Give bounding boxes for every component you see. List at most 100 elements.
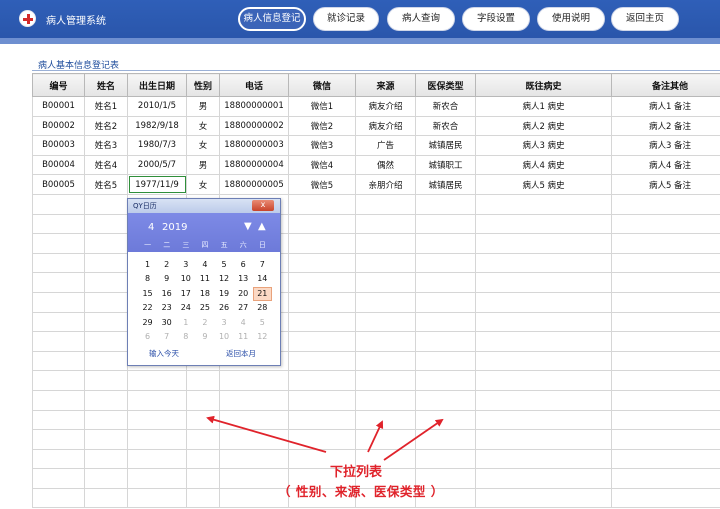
- table-cell[interactable]: [611, 311, 720, 333]
- table-cell[interactable]: 姓名5: [84, 174, 128, 195]
- table-cell[interactable]: [84, 487, 128, 509]
- table-cell[interactable]: 微信2: [288, 115, 356, 137]
- table-cell[interactable]: [415, 252, 476, 274]
- calendar-day[interactable]: 10: [176, 272, 195, 286]
- table-cell[interactable]: 男: [186, 154, 220, 176]
- calendar-day[interactable]: 26: [215, 301, 234, 315]
- table-cell[interactable]: 城镇居民: [415, 174, 476, 195]
- table-cell[interactable]: [84, 252, 128, 274]
- table-cell[interactable]: 女: [186, 135, 220, 156]
- table-cell[interactable]: [84, 311, 128, 333]
- column-header[interactable]: 编号: [32, 73, 85, 97]
- table-cell[interactable]: B00001: [32, 96, 85, 117]
- calendar-day[interactable]: 2: [157, 258, 176, 272]
- prev-month-icon[interactable]: ▼: [244, 221, 252, 232]
- table-cell[interactable]: [288, 409, 356, 431]
- table-cell[interactable]: [611, 350, 720, 372]
- table-cell[interactable]: [32, 409, 85, 431]
- table-cell[interactable]: [288, 429, 356, 450]
- table-cell[interactable]: [355, 252, 416, 274]
- table-cell[interactable]: [611, 193, 720, 215]
- table-cell[interactable]: 偶然: [355, 154, 416, 176]
- table-cell[interactable]: [84, 409, 128, 431]
- table-cell[interactable]: B00004: [32, 154, 85, 176]
- table-cell[interactable]: 病人2 备注: [611, 115, 720, 137]
- table-cell[interactable]: [611, 252, 720, 274]
- calendar-day[interactable]: 12: [215, 272, 234, 286]
- table-cell[interactable]: [415, 370, 476, 391]
- table-cell[interactable]: [611, 291, 720, 313]
- table-cell[interactable]: [288, 233, 356, 254]
- table-cell[interactable]: [32, 389, 85, 411]
- nav-visit-records-button[interactable]: 就诊记录: [313, 7, 379, 31]
- table-cell[interactable]: [127, 409, 187, 431]
- table-cell[interactable]: 18800000004: [219, 154, 289, 176]
- table-cell[interactable]: [127, 448, 187, 470]
- nav-instructions-button[interactable]: 使用说明: [537, 7, 605, 31]
- calendar-day[interactable]: 27: [234, 301, 253, 315]
- table-cell[interactable]: [186, 429, 220, 450]
- table-cell[interactable]: [415, 233, 476, 254]
- table-cell[interactable]: [32, 213, 85, 235]
- calendar-day[interactable]: 7: [157, 330, 176, 344]
- next-month-icon[interactable]: ▲: [258, 221, 266, 232]
- table-cell[interactable]: [186, 487, 220, 509]
- table-cell[interactable]: [219, 370, 289, 391]
- calendar-day[interactable]: 4: [234, 316, 253, 330]
- table-cell[interactable]: [219, 448, 289, 470]
- table-cell[interactable]: [355, 213, 416, 235]
- table-cell[interactable]: [32, 448, 85, 470]
- table-cell[interactable]: [32, 252, 85, 274]
- table-cell[interactable]: [186, 468, 220, 489]
- table-cell[interactable]: [355, 409, 416, 431]
- table-cell[interactable]: [475, 389, 612, 411]
- calendar-day[interactable]: 12: [253, 330, 272, 344]
- table-cell[interactable]: [32, 331, 85, 352]
- table-cell[interactable]: [355, 233, 416, 254]
- column-header[interactable]: 既往病史: [475, 73, 612, 97]
- calendar-day[interactable]: 9: [195, 330, 214, 344]
- table-cell[interactable]: [288, 291, 356, 313]
- table-cell[interactable]: 18800000005: [219, 174, 289, 195]
- calendar-day[interactable]: 21: [252, 286, 272, 302]
- table-cell[interactable]: 病友介绍: [355, 96, 416, 117]
- table-cell[interactable]: [32, 233, 85, 254]
- calendar-day[interactable]: 8: [176, 330, 195, 344]
- table-cell[interactable]: 1980/7/3: [127, 135, 187, 156]
- table-cell[interactable]: [127, 487, 187, 509]
- table-cell[interactable]: [32, 468, 85, 489]
- table-cell[interactable]: 病友介绍: [355, 115, 416, 137]
- table-cell[interactable]: [355, 311, 416, 333]
- table-cell[interactable]: [127, 389, 187, 411]
- table-cell[interactable]: [475, 272, 612, 293]
- table-cell[interactable]: [219, 389, 289, 411]
- table-cell[interactable]: [355, 389, 416, 411]
- table-cell[interactable]: [475, 193, 612, 215]
- table-cell[interactable]: [219, 409, 289, 431]
- table-cell[interactable]: 病人3 病史: [475, 135, 612, 156]
- nav-field-settings-button[interactable]: 字段设置: [462, 7, 530, 31]
- table-cell[interactable]: [611, 331, 720, 352]
- table-cell[interactable]: [127, 370, 187, 391]
- table-cell[interactable]: [355, 331, 416, 352]
- table-cell[interactable]: [32, 193, 85, 215]
- table-cell[interactable]: 病人3 备注: [611, 135, 720, 156]
- table-cell[interactable]: 新农合: [415, 96, 476, 117]
- table-cell[interactable]: [611, 468, 720, 489]
- table-cell[interactable]: 病人1 病史: [475, 96, 612, 117]
- table-cell[interactable]: [611, 213, 720, 235]
- table-cell[interactable]: [32, 272, 85, 293]
- calendar-day[interactable]: 19: [215, 287, 234, 301]
- calendar-day[interactable]: 5: [253, 316, 272, 330]
- calendar-day[interactable]: 5: [215, 258, 234, 272]
- table-cell[interactable]: [32, 291, 85, 313]
- column-header[interactable]: 医保类型: [415, 73, 476, 97]
- table-cell[interactable]: 广告: [355, 135, 416, 156]
- table-cell[interactable]: [611, 448, 720, 470]
- table-cell[interactable]: [32, 487, 85, 509]
- calendar-day[interactable]: 30: [157, 316, 176, 330]
- column-header[interactable]: 微信: [288, 73, 356, 97]
- table-cell[interactable]: [127, 429, 187, 450]
- table-cell[interactable]: [84, 213, 128, 235]
- table-cell[interactable]: [288, 213, 356, 235]
